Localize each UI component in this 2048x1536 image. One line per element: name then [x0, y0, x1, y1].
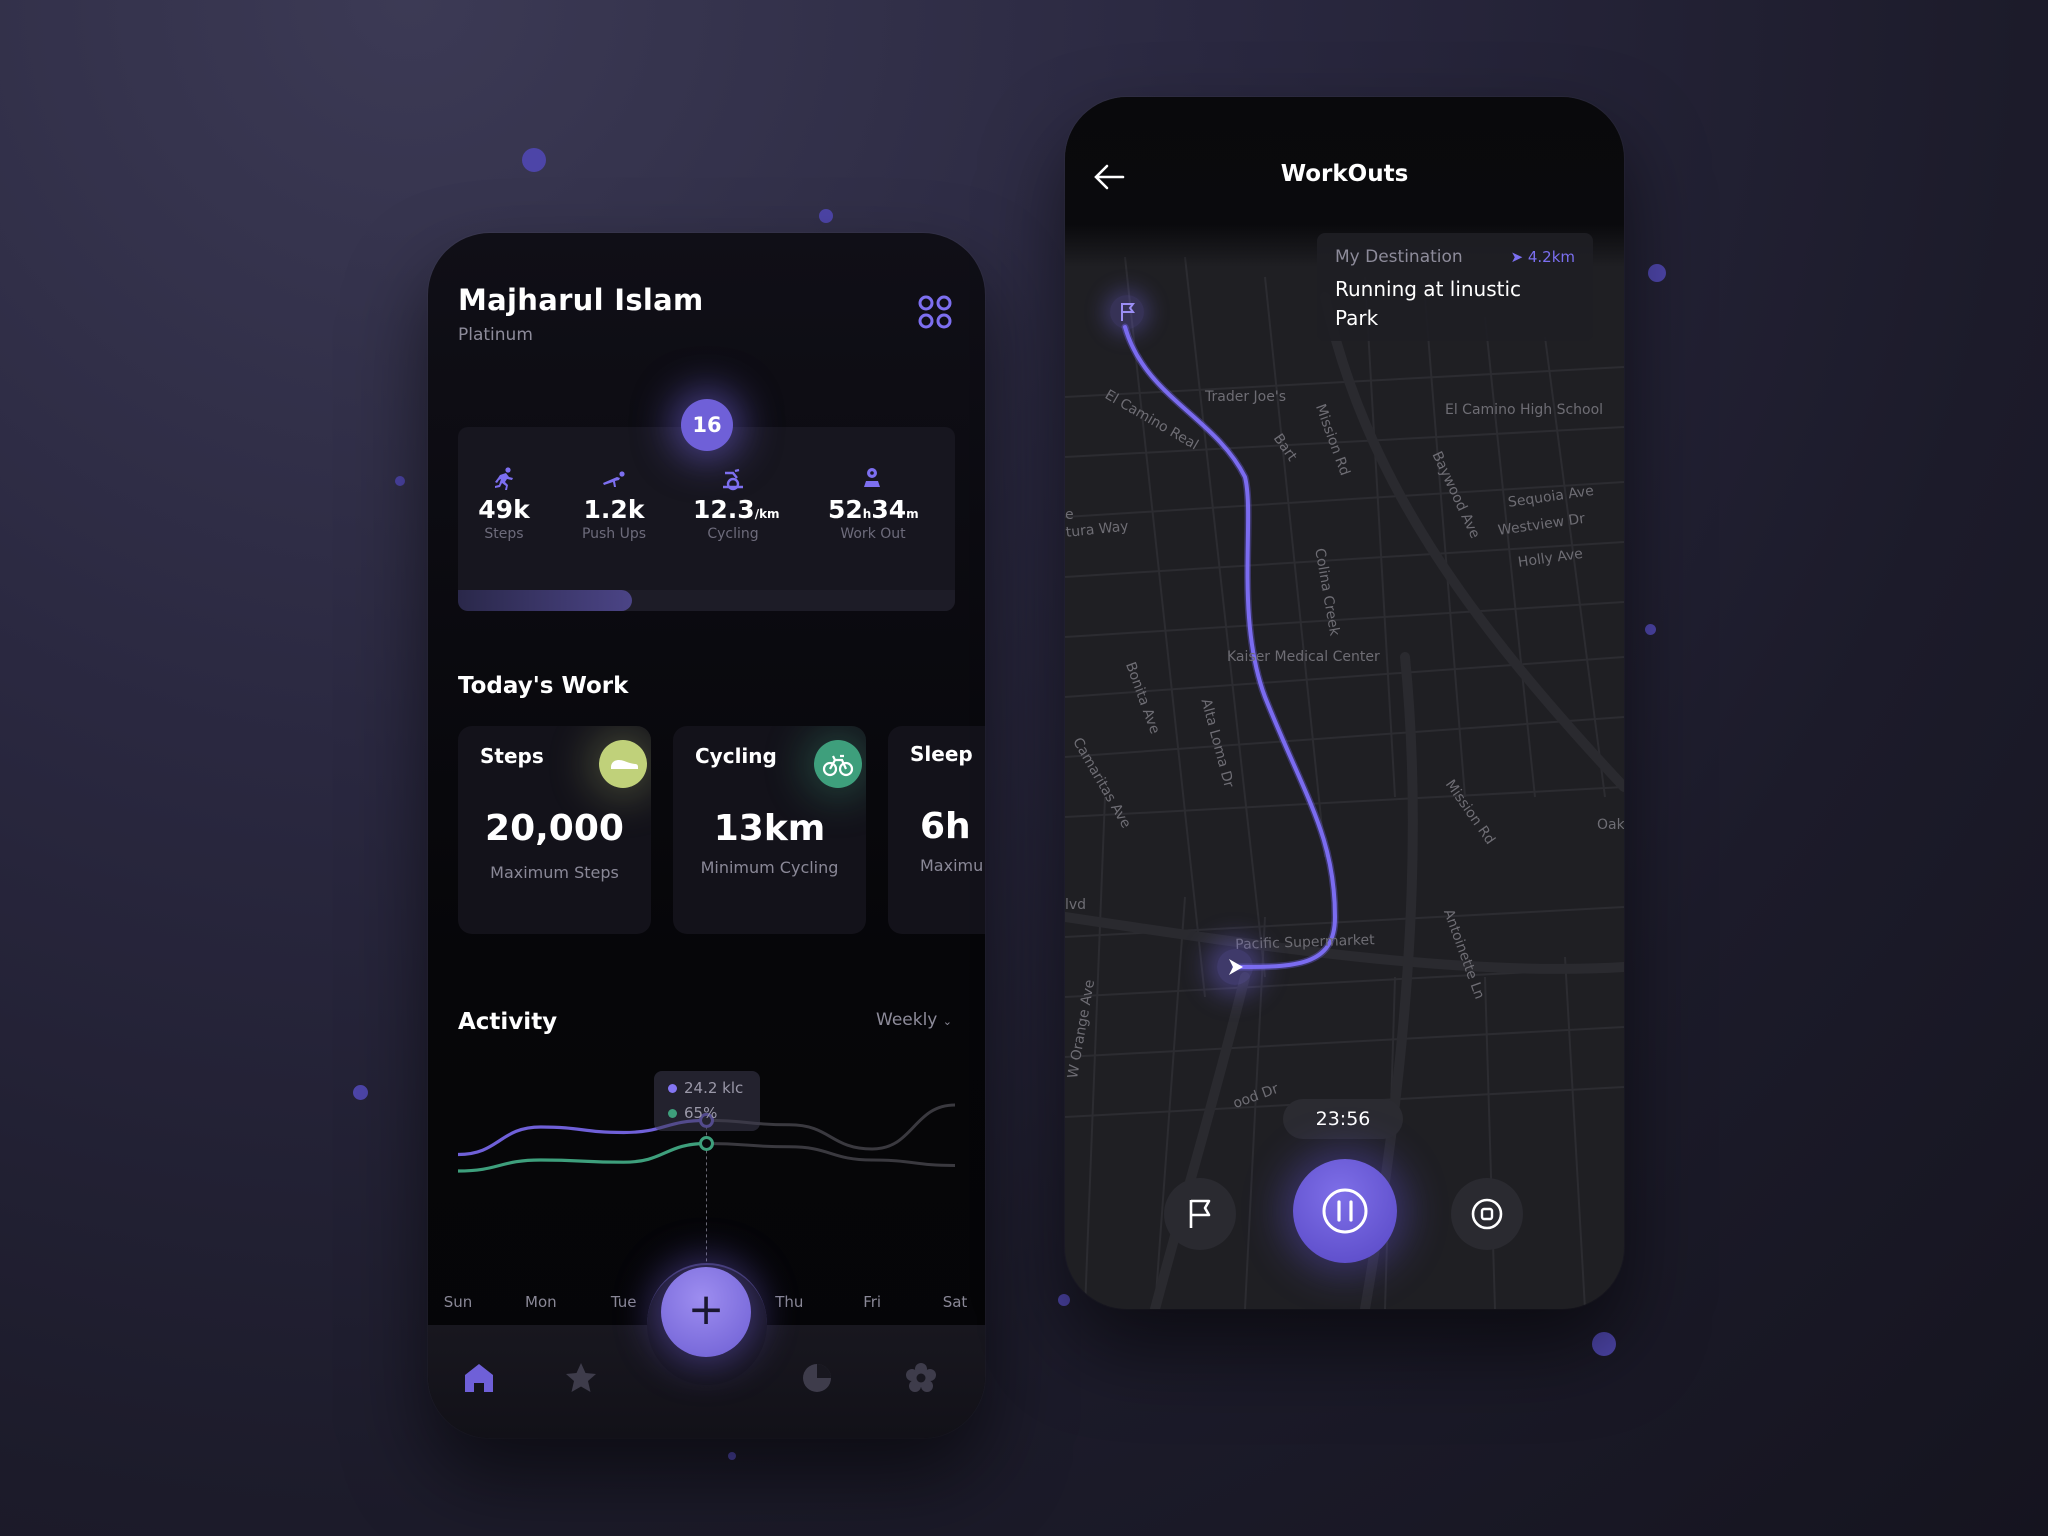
- series-line: [457, 1141, 707, 1173]
- workouts-screen: Trader Joe's Bart Mission Rd El Camino High…: [1065, 97, 1624, 1309]
- destination-label: My Destination: [1335, 247, 1463, 267]
- stop-button[interactable]: [1451, 1178, 1523, 1250]
- card-value: 13km: [713, 808, 826, 849]
- progress-bar: [458, 590, 955, 611]
- home-icon[interactable]: [462, 1361, 496, 1395]
- decor-dot: [1645, 624, 1656, 635]
- period-label: Weekly: [876, 1010, 938, 1030]
- decor-dot: [353, 1085, 368, 1100]
- card-title: Cycling: [695, 744, 777, 768]
- destination-card: My Destination ➤ 4.2km Running at linust…: [1317, 233, 1593, 341]
- legend-dot: [668, 1109, 677, 1118]
- stat-workout: 52h34m Work Out: [828, 467, 919, 542]
- tooltip-row: 65%: [668, 1103, 717, 1123]
- cycling-card[interactable]: Cycling 13km Minimum Cycling: [673, 726, 866, 934]
- distance-value: 4.2km: [1527, 248, 1575, 266]
- stat-cycling: 12.3/km Cycling: [693, 467, 780, 542]
- card-title: Sleep: [910, 742, 973, 766]
- stat-label: Steps: [484, 526, 524, 542]
- dashboard-screen: Majharul Islam Platinum 16 49k Steps 1.2…: [428, 233, 985, 1438]
- decor-dot: [728, 1452, 736, 1460]
- map-street-label: Trader Joe's: [1205, 389, 1286, 405]
- flag-button[interactable]: [1164, 1178, 1236, 1250]
- workout-timer: 23:56: [1283, 1099, 1403, 1139]
- decor-dot: [1592, 1332, 1616, 1356]
- card-value: 6h 3: [920, 806, 985, 847]
- add-button[interactable]: +: [661, 1267, 751, 1357]
- decor-dot: [1648, 264, 1666, 282]
- map-street-label: El Camino High School: [1445, 402, 1604, 418]
- stat-pushups: 1.2k Push Ups: [580, 467, 648, 542]
- stat-unit: /km: [754, 507, 780, 521]
- star-icon[interactable]: [564, 1361, 598, 1395]
- x-tick-label: Thu: [775, 1293, 804, 1311]
- x-tick-label: Fri: [863, 1293, 882, 1311]
- tooltip-value: 24.2 klc: [684, 1079, 744, 1097]
- stat-value: 34: [871, 495, 907, 524]
- decor-dot: [819, 209, 833, 223]
- period-dropdown[interactable]: Weekly ⌄: [876, 1010, 952, 1030]
- settings-icon[interactable]: [904, 1361, 938, 1395]
- workout-icon: [864, 468, 880, 487]
- x-tick-label: Tue: [610, 1293, 637, 1311]
- decor-dot: [395, 476, 405, 486]
- card-title: Steps: [480, 744, 544, 768]
- chart-tooltip: 24.2 klc 65%: [654, 1071, 760, 1131]
- x-tick-label: Sat: [942, 1293, 968, 1311]
- stats-row: 49k Steps 1.2k Push Ups 12.3/km Cycling …: [458, 427, 955, 587]
- location-marker-icon: [1217, 949, 1253, 985]
- activity-title: Activity: [458, 1009, 558, 1035]
- stat-label: Work Out: [840, 526, 906, 542]
- map-street-label: lvd: [1065, 897, 1087, 913]
- todays-work-title: Today's Work: [458, 673, 629, 699]
- shoe-icon: [599, 740, 647, 788]
- pause-button[interactable]: [1293, 1159, 1397, 1263]
- map-street-label: e: [1065, 507, 1074, 523]
- destination-name: Running at linustic Park: [1335, 277, 1522, 330]
- tooltip-value: 65%: [684, 1104, 718, 1122]
- tooltip-row: 24.2 klc: [668, 1078, 743, 1098]
- stat-value: 52: [828, 495, 863, 524]
- steps-card[interactable]: Steps 20,000 Maximum Steps: [458, 726, 651, 934]
- card-subtitle: Minimum Cycling: [700, 858, 839, 877]
- card-subtitle: Maximu: [920, 856, 984, 875]
- pushup-icon: [603, 471, 625, 487]
- running-icon: [495, 467, 513, 490]
- bike-icon: [723, 468, 743, 491]
- bicycle-icon: [814, 740, 862, 788]
- stop-icon: [1471, 1198, 1503, 1230]
- grid-icon[interactable]: [918, 295, 952, 329]
- pause-icon: [1322, 1188, 1368, 1234]
- stat-steps: 49k Steps: [476, 467, 532, 542]
- user-tier: Platinum: [458, 325, 533, 345]
- sleep-card[interactable]: Sleep 6h 3 Maximu: [888, 726, 985, 934]
- map-street-label: Kaiser Medical Center: [1227, 649, 1380, 665]
- map-street-label: Oak: [1597, 817, 1624, 833]
- data-point[interactable]: [699, 1136, 714, 1151]
- stat-value: 1.2k: [583, 495, 645, 524]
- flag-icon: [1189, 1199, 1211, 1228]
- page-title: WorkOuts: [1280, 161, 1409, 187]
- flag-marker-icon: [1110, 295, 1144, 329]
- series-line-future: [706, 1142, 956, 1167]
- progress-fill: [458, 590, 632, 611]
- stat-unit: m: [906, 507, 919, 521]
- stat-label: Push Ups: [581, 526, 647, 542]
- x-tick-label: Sun: [443, 1293, 473, 1311]
- pie-chart-icon[interactable]: [800, 1361, 834, 1395]
- stat-value: 12.3: [693, 495, 755, 524]
- chevron-down-icon: ⌄: [942, 1015, 952, 1028]
- legend-dot: [668, 1084, 677, 1093]
- card-subtitle: Maximum Steps: [490, 863, 619, 882]
- navigation-icon: ➤: [1510, 248, 1524, 266]
- decor-dot: [522, 148, 546, 172]
- card-value: 20,000: [485, 808, 624, 849]
- stat-value: 49k: [478, 495, 530, 524]
- x-tick-label: Mon: [525, 1293, 557, 1311]
- distance-badge: ➤ 4.2km: [1510, 248, 1575, 266]
- stat-label: Cycling: [707, 526, 759, 542]
- user-name: Majharul Islam: [458, 283, 704, 317]
